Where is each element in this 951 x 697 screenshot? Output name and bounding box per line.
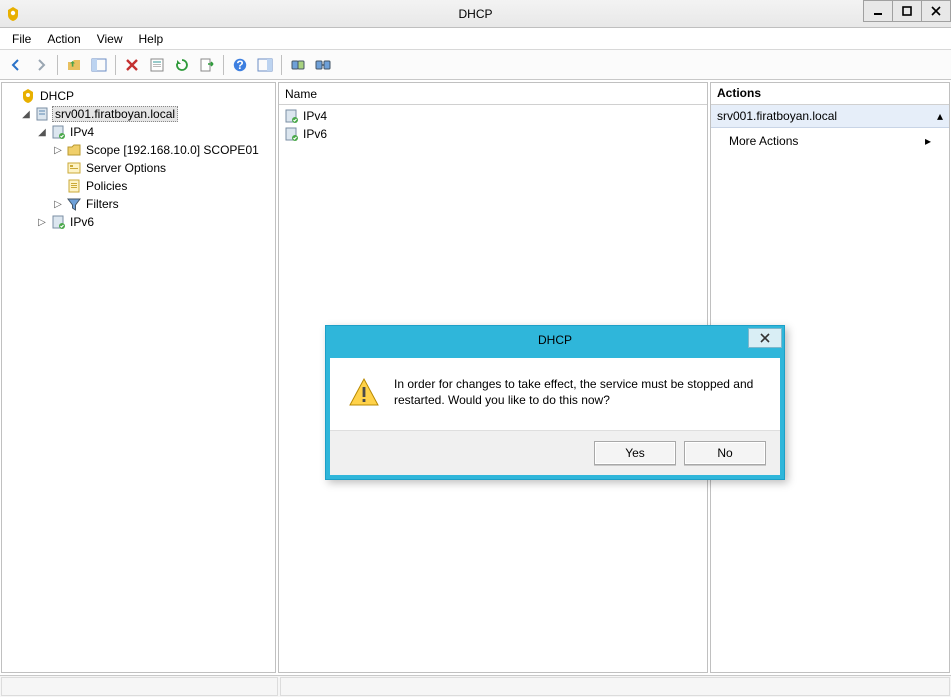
- delete-button[interactable]: [120, 53, 144, 77]
- tree-node-filters[interactable]: ▷ Filters: [4, 195, 273, 213]
- tree-label: IPv6: [68, 215, 96, 229]
- collapse-icon[interactable]: ▴: [937, 109, 943, 123]
- maximize-button[interactable]: [892, 0, 922, 22]
- tree-label: srv001.firatboyan.local: [52, 106, 178, 122]
- toolbar-separator: [223, 55, 224, 75]
- status-cell: [1, 677, 278, 696]
- no-button[interactable]: No: [684, 441, 766, 465]
- tree-label: IPv4: [68, 125, 96, 139]
- actions-header: Actions: [711, 83, 949, 105]
- dialog-dhcp-restart: DHCP In order for changes to take effect…: [325, 325, 785, 480]
- help-button[interactable]: ?: [228, 53, 252, 77]
- close-button[interactable]: [921, 0, 951, 22]
- export-list-button[interactable]: [195, 53, 219, 77]
- tree-label: DHCP: [38, 89, 76, 103]
- list-cell: IPv6: [303, 127, 327, 141]
- expander-expand-icon[interactable]: ▷: [52, 145, 64, 156]
- tree-node-policies[interactable]: Policies: [4, 177, 273, 195]
- tree-label: Filters: [84, 197, 121, 211]
- show-hide-action-pane-button[interactable]: [253, 53, 277, 77]
- tree-label: Server Options: [84, 161, 168, 175]
- folder-icon: [66, 142, 82, 158]
- dialog-title: DHCP: [538, 333, 572, 347]
- tree-node-ipv6[interactable]: ▷ IPv6: [4, 213, 273, 231]
- tree-node-ipv4[interactable]: ◢ IPv4: [4, 123, 273, 141]
- menu-bar: File Action View Help: [0, 28, 951, 50]
- status-bar: [0, 675, 951, 697]
- ipv6-icon: [50, 214, 66, 230]
- list-header-name[interactable]: Name: [279, 83, 707, 105]
- up-button[interactable]: [62, 53, 86, 77]
- menu-view[interactable]: View: [89, 30, 131, 48]
- back-button[interactable]: [4, 53, 28, 77]
- add-remove-bindings-button[interactable]: [311, 53, 335, 77]
- dialog-frame: In order for changes to take effect, the…: [326, 354, 784, 479]
- actions-group-label: srv001.firatboyan.local: [717, 109, 837, 123]
- tree-label: Scope [192.168.10.0] SCOPE01: [84, 143, 261, 157]
- dialog-body: In order for changes to take effect, the…: [330, 358, 780, 430]
- expander-collapse-icon[interactable]: ◢: [36, 127, 48, 138]
- menu-help[interactable]: Help: [131, 30, 172, 48]
- list-row[interactable]: IPv6: [283, 125, 703, 143]
- app-icon: [6, 6, 22, 22]
- toolbar: ?: [0, 50, 951, 80]
- ipv4-icon: [50, 124, 66, 140]
- window-buttons: [864, 0, 951, 22]
- tree-node-server-options[interactable]: Server Options: [4, 159, 273, 177]
- policies-icon: [66, 178, 82, 194]
- toolbar-separator: [115, 55, 116, 75]
- warning-icon: [348, 376, 380, 408]
- actions-more-label: More Actions: [729, 134, 798, 148]
- actions-group[interactable]: srv001.firatboyan.local ▴: [711, 105, 949, 128]
- dialog-close-button[interactable]: [748, 328, 782, 348]
- list-cell: IPv4: [303, 109, 327, 123]
- actions-more[interactable]: More Actions ▸: [711, 128, 949, 154]
- ipv6-icon: [283, 126, 299, 142]
- dialog-button-row: Yes No: [330, 430, 780, 475]
- menu-action[interactable]: Action: [39, 30, 88, 48]
- menu-file[interactable]: File: [4, 30, 39, 48]
- ipv4-icon: [283, 108, 299, 124]
- toolbar-separator: [281, 55, 282, 75]
- yes-button[interactable]: Yes: [594, 441, 676, 465]
- minimize-button[interactable]: [863, 0, 893, 22]
- filter-icon: [66, 196, 82, 212]
- tree-pane: DHCP ◢ srv001.firatboyan.local ◢ IPv4 ▷ …: [1, 82, 276, 673]
- show-hide-tree-button[interactable]: [87, 53, 111, 77]
- svg-text:?: ?: [236, 58, 243, 72]
- manage-authorized-servers-button[interactable]: [286, 53, 310, 77]
- tree-node-scope[interactable]: ▷ Scope [192.168.10.0] SCOPE01: [4, 141, 273, 159]
- toolbar-separator: [57, 55, 58, 75]
- expander-expand-icon[interactable]: ▷: [52, 199, 64, 210]
- refresh-button[interactable]: [170, 53, 194, 77]
- dhcp-icon: [20, 88, 36, 104]
- properties-button[interactable]: [145, 53, 169, 77]
- dialog-title-bar: DHCP: [326, 326, 784, 354]
- dialog-message: In order for changes to take effect, the…: [394, 376, 762, 408]
- list-row[interactable]: IPv4: [283, 107, 703, 125]
- chevron-right-icon: ▸: [925, 134, 931, 148]
- status-cell: [280, 677, 950, 696]
- window-title: DHCP: [0, 7, 951, 21]
- expander-expand-icon[interactable]: ▷: [36, 217, 48, 228]
- tree-node-server[interactable]: ◢ srv001.firatboyan.local: [4, 105, 273, 123]
- options-icon: [66, 160, 82, 176]
- forward-button[interactable]: [29, 53, 53, 77]
- list-body: IPv4 IPv6: [279, 105, 707, 145]
- expander-collapse-icon[interactable]: ◢: [20, 109, 32, 120]
- tree-node-dhcp-root[interactable]: DHCP: [4, 87, 273, 105]
- title-bar: DHCP: [0, 0, 951, 28]
- tree: DHCP ◢ srv001.firatboyan.local ◢ IPv4 ▷ …: [2, 83, 275, 235]
- tree-label: Policies: [84, 179, 129, 193]
- server-icon: [34, 106, 50, 122]
